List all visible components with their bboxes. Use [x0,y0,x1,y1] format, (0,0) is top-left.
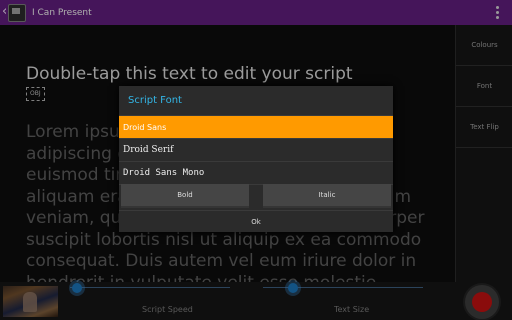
style-button-row: Bold Italic [119,184,393,208]
italic-button[interactable]: Italic [263,184,391,208]
font-option-droid-sans-mono[interactable]: Droid Sans Mono [119,162,393,185]
bold-button[interactable]: Bold [121,184,249,208]
font-option-droid-serif[interactable]: Droid Serif [119,139,393,162]
font-option-droid-sans[interactable]: Droid Sans [119,116,393,139]
ok-button[interactable]: Ok [119,210,393,233]
dialog-title: Script Font [119,86,393,116]
script-font-dialog: Script Font Droid Sans Droid Serif Droid… [119,86,393,232]
